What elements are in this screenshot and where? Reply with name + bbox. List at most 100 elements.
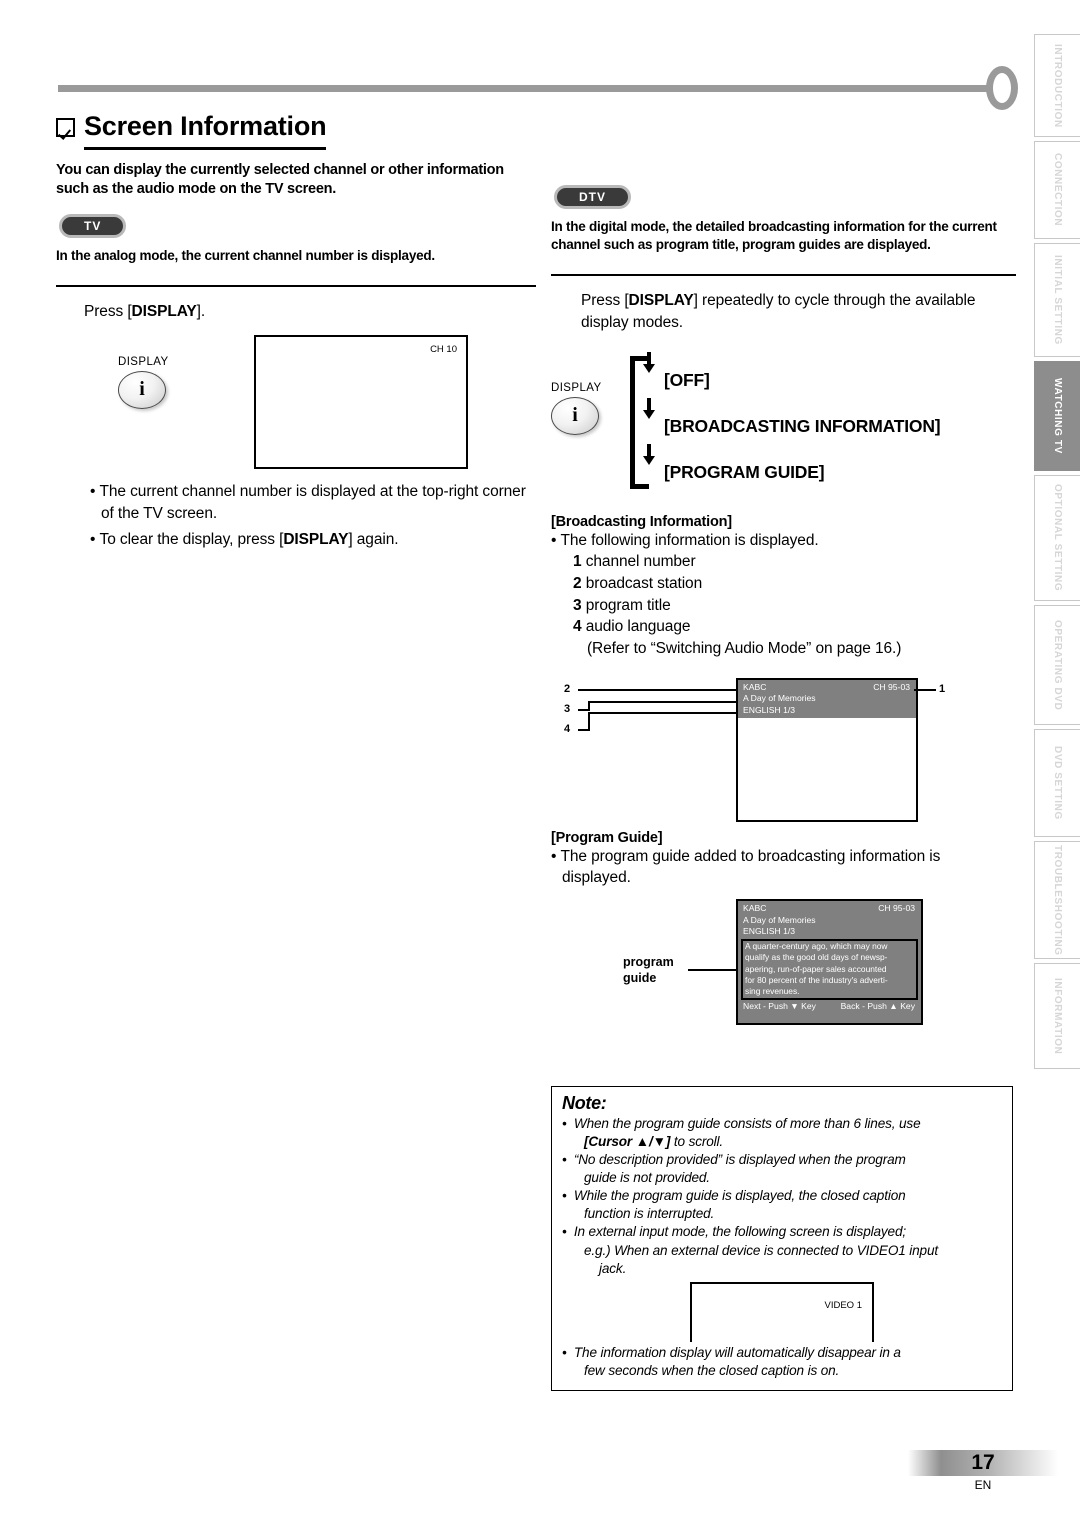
cycle-mode-program-guide: [PROGRAM GUIDE] <box>664 461 825 482</box>
item-text: broadcast station <box>585 574 703 592</box>
cycle-mode-off: [OFF] <box>664 369 710 390</box>
header-rule <box>58 85 1000 92</box>
cycle-arrow-2-icon <box>643 409 655 419</box>
display-key-graphic: DISPLAY i <box>118 356 169 409</box>
manual-page: INTRODUCTION CONNECTION INITIAL SETTING … <box>0 0 1080 1526</box>
sidebar-tab-label: OPERATING DVD <box>1052 619 1063 711</box>
analog-channel-readout: CH 10 <box>430 343 457 355</box>
note-subline: jack. <box>599 1260 627 1276</box>
display-key-name: DISPLAY <box>628 292 694 310</box>
display-key-label: DISPLAY <box>551 381 602 394</box>
callout-number-1: 1 <box>939 682 946 695</box>
note-subline: function is interrupted. <box>584 1206 715 1222</box>
note-item-1: When the program guide consists of more … <box>562 1115 1002 1151</box>
info-glyph: i <box>139 378 145 401</box>
sidebar-tab-operating-dvd[interactable]: OPERATING DVD <box>1034 605 1080 725</box>
program-guide-screen-diagram: KABC CH 95-03 A Day of Memories ENGLISH … <box>551 899 1016 1034</box>
hint-next: Next - Push ▼ Key <box>743 1000 816 1011</box>
display-mode-cycle-diagram: DISPLAY i [OFF] [BROADCASTING INFORMATIO… <box>551 351 1016 512</box>
program-guide-callout-leader <box>688 969 736 972</box>
osd-channel: CH 95-03 <box>873 681 910 692</box>
note-list: When the program guide consists of more … <box>562 1115 1002 1278</box>
digital-mode-description: In the digital mode, the detailed broadc… <box>551 219 997 253</box>
callout-leader-3c <box>588 700 736 703</box>
language-code: EN <box>974 1478 992 1492</box>
analog-bullet-2-key: DISPLAY <box>283 530 349 548</box>
note-item-4: In external input mode, the following sc… <box>562 1223 1002 1277</box>
broadcasting-bullet: • The following information is displayed… <box>551 531 819 549</box>
hint-back: Back - Push ▲ Key <box>840 1000 915 1011</box>
sidebar-tab-introduction[interactable]: INTRODUCTION <box>1034 34 1080 137</box>
callout-number-3: 3 <box>564 702 571 715</box>
guide-line: sing revenues. <box>745 986 800 997</box>
display-button-icon[interactable]: i <box>551 396 599 435</box>
guide-line: for 80 percent of the industry's adverti… <box>745 975 888 986</box>
sidebar-tab-watching-tv[interactable]: WATCHING TV <box>1034 361 1080 471</box>
note-text: While the program guide is displayed, th… <box>573 1188 906 1204</box>
note-item-3: While the program guide is displayed, th… <box>562 1187 1002 1223</box>
program-guide-osd-mock: KABC CH 95-03 A Day of Memories ENGLISH … <box>736 899 923 1026</box>
analog-bullet-2-pre: To clear the display, press [ <box>99 530 284 548</box>
label-line-1: program <box>623 955 674 970</box>
note-text: The information display will automatical… <box>573 1344 901 1360</box>
callout-number-4: 4 <box>564 722 571 735</box>
left-column: Screen Information You can display the c… <box>56 105 536 551</box>
cycle-arrow-1-icon <box>643 363 655 373</box>
sidebar-tab-label: DVD SETTING <box>1052 746 1063 820</box>
analog-bullet-2: • To clear the display, press [DISPLAY] … <box>90 530 399 548</box>
instruction-suffix: ]. <box>196 302 206 320</box>
guide-line: A quarter-century ago, which may now <box>745 940 888 951</box>
program-guide-heading: [Program Guide] <box>551 829 663 846</box>
sidebar-tab-initial-setting[interactable]: INITIAL SETTING <box>1034 243 1080 357</box>
osd-station-row: KABC CH 95-03 <box>738 682 916 694</box>
sidebar-tab-optional-setting[interactable]: OPTIONAL SETTING <box>1034 475 1080 601</box>
checkbox-icon <box>56 118 75 137</box>
note-subline: [Cursor ▲/▼] to scroll. <box>573 1133 1002 1151</box>
program-guide-block: [Program Guide] • The program guide adde… <box>551 830 1016 889</box>
display-button-icon[interactable]: i <box>118 370 166 409</box>
osd-program-title: A Day of Memories <box>743 914 816 925</box>
broadcasting-item-4: 4 audio language <box>573 616 1016 638</box>
instruction-prefix: Press [ <box>84 302 132 320</box>
osd-gray-body: KABC CH 95-03 A Day of Memories ENGLISH … <box>738 901 921 1024</box>
note-subline: few seconds when the closed caption is o… <box>584 1362 840 1378</box>
broadcasting-heading: [Broadcasting Information] <box>551 513 732 530</box>
divider <box>551 274 1016 277</box>
page-title: Screen Information <box>56 111 536 150</box>
osd-station-row: KABC CH 95-03 <box>738 903 921 915</box>
analog-mode-description: In the analog mode, the current channel … <box>56 247 435 263</box>
page-number-bar: 17 <box>908 1450 1058 1476</box>
callout-leader-4c <box>588 711 736 714</box>
display-key-name: DISPLAY <box>131 302 197 320</box>
sidebar-tab-label: INFORMATION <box>1052 977 1063 1055</box>
page-title-text: Screen Information <box>84 111 327 150</box>
osd-info-band: KABC CH 95-03 A Day of Memories ENGLISH … <box>738 679 916 719</box>
osd-program-guide-description: A quarter-century ago, which may now qua… <box>741 938 918 1000</box>
page-footer: 17 EN <box>908 1450 1058 1492</box>
analog-instruction: Press [DISPLAY]. <box>84 301 536 323</box>
sidebar-tab-dvd-setting[interactable]: DVD SETTING <box>1034 729 1080 837</box>
sidebar-tab-connection[interactable]: CONNECTION <box>1034 141 1080 239</box>
sidebar-tab-label: CONNECTION <box>1052 153 1063 227</box>
badge-tv: TV <box>59 213 127 238</box>
page-number: 17 <box>971 1451 995 1474</box>
digital-instruction: Press [DISPLAY] repeatedly to cycle thro… <box>581 290 981 333</box>
section-intro: You can display the currently selected c… <box>56 162 504 198</box>
osd-audio-language: ENGLISH 1/3 <box>743 926 796 937</box>
cycle-arrow-3-icon <box>643 455 655 465</box>
note-item-5: The information display will automatical… <box>562 1344 1002 1380</box>
guide-line: qualify as the good old days of newsp- <box>745 952 888 963</box>
program-guide-bullet: • The program guide added to broadcastin… <box>551 847 941 887</box>
analog-bullet-1: • The current channel number is displaye… <box>90 482 526 522</box>
right-column: DTV In the digital mode, the detailed br… <box>551 185 1016 1034</box>
header-pin-circle-icon <box>986 66 1018 110</box>
sidebar-tab-troubleshooting[interactable]: TROUBLESHOOTING <box>1034 841 1080 959</box>
note-item-2: “No description provided” is displayed w… <box>562 1151 1002 1187</box>
info-glyph: i <box>572 404 578 427</box>
broadcasting-osd-mock: KABC CH 95-03 A Day of Memories ENGLISH … <box>736 677 918 822</box>
cursor-key-name: [Cursor ▲/▼] <box>584 1134 671 1150</box>
sidebar-tab-label: INTRODUCTION <box>1052 43 1063 128</box>
sidebar-tab-information[interactable]: INFORMATION <box>1034 963 1080 1069</box>
note-text: “No description provided” is displayed w… <box>573 1152 906 1168</box>
display-key-label: DISPLAY <box>118 355 169 368</box>
